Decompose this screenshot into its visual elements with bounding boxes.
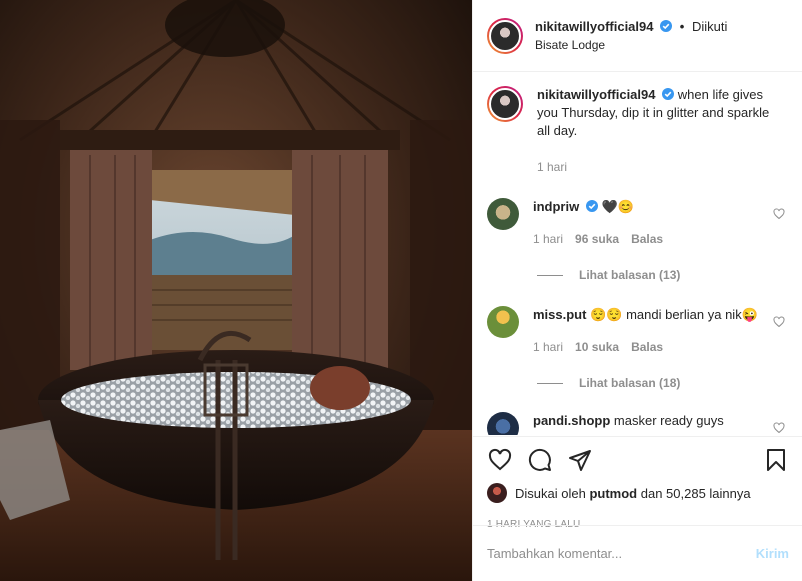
commenter-avatar[interactable]	[487, 198, 519, 230]
post-photo[interactable]	[0, 0, 472, 581]
caption-author-avatar[interactable]	[487, 86, 523, 122]
like-heart-icon[interactable]	[487, 447, 513, 473]
author-avatar[interactable]	[487, 17, 523, 54]
view-replies-button[interactable]: Lihat balasan (13)	[537, 268, 789, 282]
share-paper-plane-icon[interactable]	[567, 447, 593, 473]
action-icons-row	[487, 437, 789, 483]
comment-time[interactable]: 1 hari	[533, 338, 563, 356]
comment-input[interactable]	[487, 546, 756, 561]
view-replies-button[interactable]: Lihat balasan (18)	[537, 376, 789, 390]
verified-badge-icon	[660, 19, 673, 32]
comment-text: 🖤😊	[601, 199, 634, 214]
add-comment-bar: Kirim	[473, 525, 802, 581]
comment-like-heart-icon[interactable]	[773, 316, 785, 328]
comment-likes[interactable]: 10 suka	[575, 338, 619, 356]
likes-summary[interactable]: Disukai oleh putmod dan 50,285 lainnya	[487, 483, 789, 503]
commenter-avatar[interactable]	[487, 412, 519, 435]
caption-username[interactable]: nikitawillyofficial94	[537, 87, 656, 102]
comment-like-heart-icon[interactable]	[773, 208, 785, 220]
liked-by-user[interactable]: putmod	[589, 486, 637, 501]
liked-by-prefix: Disukai oleh	[515, 485, 586, 501]
reply-button[interactable]: Balas	[631, 338, 663, 356]
view-replies-label: Lihat balasan (18)	[579, 376, 681, 390]
save-bookmark-icon[interactable]	[763, 447, 789, 473]
post-actions: Disukai oleh putmod dan 50,285 lainnya 1…	[473, 436, 802, 530]
comment-item: miss.put 😌😌 mandi berlian ya nik😜 1 hari…	[487, 306, 789, 356]
comment-item: pandi.shopp masker ready guys	[487, 412, 789, 435]
separator-dot: •	[679, 18, 685, 34]
comments-list[interactable]: nikitawillyofficial94 when life gives yo…	[473, 73, 802, 435]
commenter-avatar[interactable]	[487, 306, 519, 338]
post-comment-button[interactable]: Kirim	[756, 546, 789, 561]
comment-text: 😌😌 mandi berlian ya nik😜	[590, 307, 758, 322]
liker-avatar[interactable]	[487, 483, 507, 503]
comment-text: masker ready guys	[613, 413, 724, 428]
view-replies-label: Lihat balasan (13)	[579, 268, 681, 282]
comment-username[interactable]: pandi.shopp	[533, 413, 610, 428]
post-location[interactable]: Bisate Lodge	[535, 36, 727, 54]
caption-item: nikitawillyofficial94 when life gives yo…	[487, 86, 789, 176]
comment-username[interactable]: indpriw	[533, 199, 579, 214]
follow-status-button[interactable]: Diikuti	[692, 19, 727, 34]
comment-time[interactable]: 1 hari	[533, 230, 563, 248]
comment-bubble-icon[interactable]	[527, 447, 553, 473]
reply-button[interactable]: Balas	[631, 230, 663, 248]
post-header: nikitawillyofficial94 • Diikuti Bisate L…	[473, 0, 802, 72]
liked-by-suffix[interactable]: dan 50,285 lainnya	[641, 486, 751, 501]
comment-item: indpriw 🖤😊 1 hari 96 suka Balas	[487, 198, 789, 248]
post-side-panel: nikitawillyofficial94 • Diikuti Bisate L…	[472, 0, 802, 581]
replies-divider	[537, 274, 563, 276]
caption-time[interactable]: 1 hari	[537, 158, 567, 176]
replies-divider	[537, 382, 563, 384]
author-username[interactable]: nikitawillyofficial94	[535, 19, 654, 34]
comment-username[interactable]: miss.put	[533, 307, 586, 322]
verified-badge-icon	[662, 88, 675, 100]
comment-like-heart-icon[interactable]	[773, 422, 785, 434]
comment-likes[interactable]: 96 suka	[575, 230, 619, 248]
verified-badge-icon	[585, 200, 598, 212]
bathtub-photo-image	[0, 0, 472, 581]
